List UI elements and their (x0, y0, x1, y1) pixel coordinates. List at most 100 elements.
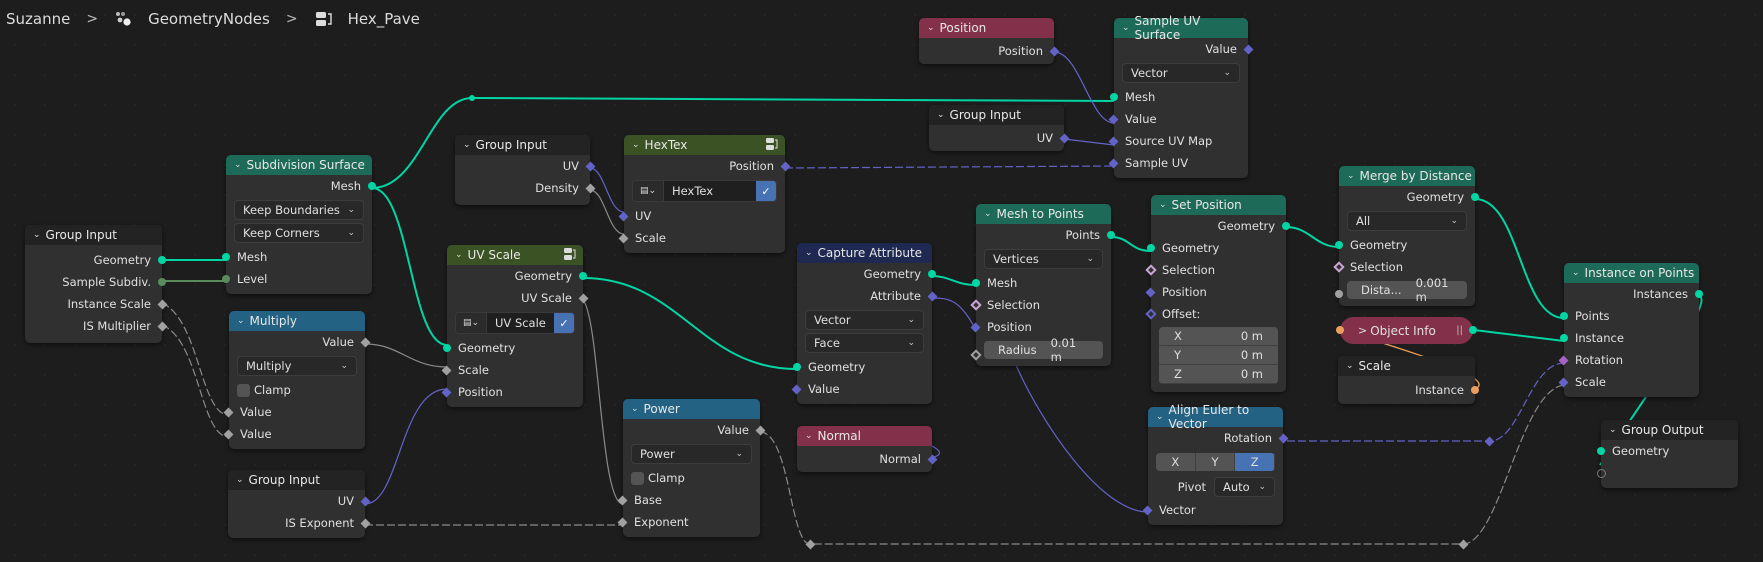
vector-socket[interactable] (927, 291, 938, 301)
node-header[interactable]: ⌄ Group Input (25, 225, 162, 245)
vector-socket[interactable] (1145, 287, 1156, 297)
breadcrumb-node-group[interactable]: Hex_Pave (348, 10, 420, 28)
axis-x-button[interactable]: X (1156, 453, 1196, 471)
node-position[interactable]: ⌄ Position Position (919, 18, 1060, 64)
node-group-selector[interactable]: ▤⌄ UV Scale ✓ (455, 312, 575, 334)
vector-socket[interactable] (1059, 133, 1070, 143)
node-header[interactable]: ⌄ Power (623, 399, 760, 419)
chevron-down-icon[interactable]: ⌄ (463, 140, 471, 150)
clamp-checkbox[interactable]: Clamp (623, 467, 760, 489)
node-power[interactable]: ⌄ Power Value Power ⌄ Clamp Base Exponent (617, 399, 766, 537)
chevron-down-icon[interactable]: ⌄ (236, 475, 244, 485)
boolean-socket[interactable] (970, 299, 982, 311)
axis-selector[interactable]: X Y Z (1156, 453, 1275, 471)
node-header[interactable]: ⌄ Position (919, 18, 1054, 38)
object-socket[interactable] (1471, 386, 1479, 394)
vector-socket[interactable] (1243, 44, 1254, 54)
geometry-socket[interactable] (793, 363, 801, 371)
geometry-socket[interactable] (1110, 93, 1118, 101)
float-socket[interactable] (360, 337, 371, 347)
offset-y-field[interactable]: Y0 m (1159, 346, 1278, 365)
vector-socket[interactable] (1049, 46, 1060, 56)
float-socket[interactable] (360, 518, 371, 528)
chevron-down-icon[interactable]: ⌄ (632, 140, 640, 150)
chevron-down-icon[interactable]: ⌄ (927, 23, 935, 33)
clamp-checkbox[interactable]: Clamp (229, 379, 365, 401)
vector-socket[interactable] (1278, 433, 1289, 443)
node-group-input-uv-density[interactable]: ⌄ Group Input UV Density (455, 135, 596, 205)
vector-socket[interactable] (585, 161, 596, 171)
chevron-down-icon[interactable]: ⌄ (33, 230, 41, 240)
node-group-input-main[interactable]: ⌄ Group Input Geometry Sample Subdiv. Ins… (25, 225, 168, 343)
object-socket[interactable] (1336, 326, 1344, 334)
node-header[interactable]: ⌄ Group Input (228, 470, 365, 490)
geometry-socket[interactable] (158, 256, 166, 264)
data-type-dropdown[interactable]: Vector ⌄ (1122, 63, 1240, 83)
axis-z-button[interactable]: Z (1235, 453, 1275, 471)
chevron-down-icon[interactable]: ⌄ (1156, 412, 1164, 422)
node-scale[interactable]: ⌄ Scale Instance (1338, 356, 1479, 404)
node-instance-on-points[interactable]: ⌄ Instance on Points Instances Points Ins… (1558, 263, 1703, 397)
node-align-euler-to-vector[interactable]: ⌄ Align Euler to Vector Rotation X Y Z Pi… (1142, 403, 1289, 525)
node-header[interactable]: ⌄ Group Input (929, 105, 1064, 125)
geometry-socket[interactable] (443, 344, 451, 352)
node-header[interactable]: ⌄ Group Output (1601, 420, 1738, 440)
node-header[interactable]: ⌄ Scale (1338, 356, 1475, 376)
geometry-socket[interactable] (368, 182, 376, 190)
geometry-socket[interactable] (1107, 231, 1115, 239)
fake-user-shield-icon[interactable]: ✓ (756, 181, 776, 201)
reroute-point[interactable] (469, 95, 475, 101)
data-type-dropdown[interactable]: Vector ⌄ (805, 310, 924, 330)
geometry-socket[interactable] (1695, 290, 1703, 298)
float-socket[interactable] (157, 299, 168, 309)
geometry-socket[interactable] (1560, 334, 1568, 342)
node-group-input-uv-exponent[interactable]: ⌄ Group Input UV IS Exponent (228, 470, 371, 538)
vector-socket[interactable] (360, 496, 371, 506)
boundary-smooth-dropdown[interactable]: Keep Corners ⌄ (234, 223, 364, 243)
float-socket[interactable] (970, 349, 982, 361)
node-header[interactable]: ⌄ Normal (797, 426, 932, 446)
float-socket[interactable] (618, 233, 629, 243)
chevron-down-icon[interactable]: ⌄ (234, 160, 242, 170)
geometry-socket[interactable] (222, 253, 230, 261)
chevron-down-icon[interactable]: ⌄ (984, 209, 992, 219)
node-header[interactable]: ⌄ Align Euler to Vector (1148, 403, 1283, 431)
geometry-socket[interactable] (972, 279, 980, 287)
chevron-down-icon[interactable]: ⌄ (1572, 268, 1580, 278)
chevron-down-icon[interactable]: ⌄ (631, 404, 639, 414)
geometry-socket[interactable] (1282, 222, 1290, 230)
boolean-socket[interactable] (1333, 261, 1345, 273)
vector-socket[interactable] (927, 454, 938, 464)
node-subdivision-surface[interactable]: ⌄ Subdivision Surface Mesh Keep Boundarie… (222, 155, 376, 294)
reroute-point[interactable] (1484, 436, 1495, 447)
node-group-selector[interactable]: ▤⌄ HexTex ✓ (632, 180, 777, 202)
chevron-down-icon[interactable]: ⌄ (1346, 361, 1354, 371)
node-sample-uv-surface[interactable]: ⌄ Sample UV Surface Value Vector ⌄ Mesh Va… (1108, 14, 1254, 178)
breadcrumb-object[interactable]: Suzanne (6, 10, 70, 28)
node-header[interactable]: ⌄ Set Position (1151, 195, 1286, 215)
vector-socket[interactable] (1108, 136, 1119, 146)
offset-z-field[interactable]: Z0 m (1159, 365, 1278, 384)
boolean-socket[interactable] (1145, 264, 1157, 276)
vector-socket[interactable] (1142, 505, 1153, 515)
node-object-info[interactable]: > Object Info || (1336, 317, 1477, 344)
uv-smooth-dropdown[interactable]: Keep Boundaries ⌄ (234, 200, 364, 220)
node-header[interactable]: ⌄ Multiply (229, 311, 365, 331)
geometry-socket[interactable] (1471, 193, 1479, 201)
geometry-socket[interactable] (579, 272, 587, 280)
chevron-right-icon[interactable]: > (1358, 324, 1367, 337)
vector-socket[interactable] (441, 387, 452, 397)
vector-socket[interactable] (1108, 158, 1119, 168)
operation-dropdown[interactable]: Power ⌄ (631, 444, 752, 464)
rotation-socket[interactable] (1558, 355, 1569, 365)
vector-socket[interactable] (1558, 377, 1569, 387)
float-socket[interactable] (157, 321, 168, 331)
domain-dropdown[interactable]: Face ⌄ (805, 333, 924, 353)
geometry-socket[interactable] (1597, 447, 1605, 455)
vector-socket[interactable] (970, 322, 981, 332)
vector-socket[interactable] (780, 161, 791, 171)
fake-user-shield-icon[interactable]: ✓ (554, 313, 574, 333)
float-socket[interactable] (617, 517, 628, 527)
geometry-socket[interactable] (928, 270, 936, 278)
chevron-down-icon[interactable]: ⌄ (805, 248, 813, 258)
